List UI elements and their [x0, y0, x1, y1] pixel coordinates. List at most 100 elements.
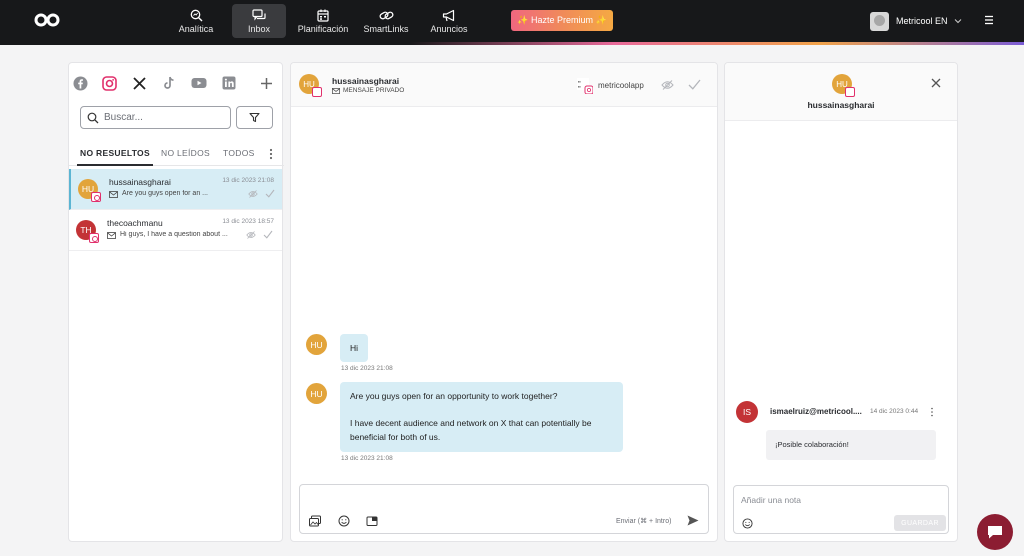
conversation-item[interactable]: TH thecoachmanu 13 dic 2023 18:57 Hi guy…: [69, 210, 282, 251]
calendar-icon: [317, 9, 329, 22]
chat-header: HU hussainasgharai MENSAJE PRIVADO ▪▪ ▪▪ …: [291, 63, 717, 107]
message-text: beneficial for both of us.: [350, 432, 441, 442]
filter-button[interactable]: [236, 106, 273, 129]
tab-unread[interactable]: NO LEÍDOS: [161, 148, 210, 166]
chat-type-label: MENSAJE PRIVADO: [343, 87, 405, 94]
tab-all[interactable]: TODOS: [223, 148, 255, 166]
note-author-avatar: IS: [736, 401, 758, 423]
message-time: 13 dic 2023 21:08: [341, 365, 393, 372]
avatar: [870, 11, 889, 31]
conversation-item[interactable]: HU hussainasgharai 13 dic 2023 21:08 Are…: [69, 169, 282, 210]
message-avatar: HU: [306, 334, 327, 355]
conversation-preview: Are you guys open for an ...: [122, 190, 208, 197]
conversation-list-panel: Buscar... NO RESUELTOS NO LEÍDOS TODOS H…: [68, 62, 284, 542]
add-note-input[interactable]: Añadir una nota GUARDAR: [733, 485, 949, 534]
metricool-logo-icon[interactable]: [34, 12, 60, 28]
chat-type: MENSAJE PRIVADO: [332, 87, 404, 94]
mail-icon: [109, 191, 118, 198]
media-library-icon[interactable]: [366, 515, 378, 527]
add-note-placeholder: Añadir una nota: [741, 495, 802, 505]
chat-panel: HU hussainasgharai MENSAJE PRIVADO ▪▪ ▪▪ …: [290, 62, 718, 542]
search-input[interactable]: Buscar...: [80, 106, 231, 129]
instagram-badge-icon: [312, 87, 322, 97]
note-more-options-icon[interactable]: [930, 407, 934, 417]
message-bubble: Hi: [340, 334, 368, 362]
nav-analytics[interactable]: Analítica: [169, 4, 223, 38]
eye-off-icon[interactable]: [246, 231, 256, 239]
tab-unresolved[interactable]: NO RESUELTOS: [77, 148, 153, 166]
top-gradient-divider: [0, 42, 1024, 45]
message-composer[interactable]: Enviar (⌘ + Intro): [299, 484, 709, 534]
account-menu[interactable]: Metricool EN: [870, 11, 962, 31]
emoji-icon[interactable]: [338, 515, 350, 527]
message-avatar: HU: [306, 383, 327, 404]
search-placeholder: Buscar...: [104, 112, 143, 123]
linkedin-icon[interactable]: [221, 75, 237, 91]
megaphone-icon: [442, 9, 454, 21]
conversation-date: 13 dic 2023 18:57: [222, 218, 274, 225]
instagram-badge-icon: [845, 87, 855, 97]
contact-header: HU hussainasgharai: [725, 63, 957, 121]
social-network-filter: [69, 75, 284, 95]
conversation-name: thecoachmanu: [107, 218, 163, 228]
analytics-icon: [190, 9, 202, 21]
conversation-tabs: NO RESUELTOS NO LEÍDOS TODOS: [69, 144, 284, 166]
message-bubble: Are you guys open for an opportunity to …: [340, 382, 623, 452]
check-icon[interactable]: [263, 230, 273, 239]
link-icon: [379, 11, 393, 19]
save-note-button[interactable]: GUARDAR: [894, 515, 946, 531]
contact-name: hussainasgharai: [807, 100, 875, 110]
account-name: Metricool EN: [896, 16, 948, 26]
check-icon[interactable]: [265, 189, 275, 198]
nav-analytics-label: Analítica: [178, 24, 214, 34]
conversation-preview: Hi guys, I have a question about ...: [120, 231, 228, 238]
note-author: ismaelruiz@metricool....: [770, 407, 862, 416]
youtube-icon[interactable]: [191, 75, 207, 91]
note-text: ¡Posible colaboración!: [766, 430, 936, 460]
message-text: I have decent audience and network on X …: [350, 418, 592, 428]
instagram-icon[interactable]: [101, 75, 117, 91]
emoji-icon[interactable]: [742, 518, 753, 529]
instagram-badge-icon: [89, 233, 99, 243]
note-date: 14 dic 2023 0:44: [870, 408, 919, 415]
contact-details-panel: HU hussainasgharai IS ismaelruiz@metrico…: [724, 62, 958, 542]
image-gallery-icon[interactable]: [309, 515, 321, 527]
message-time: 13 dic 2023 21:08: [341, 455, 393, 462]
instagram-badge-icon: [91, 192, 101, 202]
connected-account-name: metricoolapp: [598, 81, 644, 90]
filter-icon: [249, 112, 260, 123]
send-icon[interactable]: [687, 515, 699, 526]
eye-off-icon[interactable]: [248, 190, 258, 198]
nav-ads[interactable]: Anuncios: [422, 4, 476, 38]
inbox-icon: [251, 8, 266, 21]
chat-contact-name: hussainasgharai: [332, 76, 400, 86]
hamburger-menu-icon[interactable]: [982, 13, 996, 27]
eye-off-icon[interactable]: [661, 80, 674, 90]
mail-icon: [107, 232, 116, 239]
conversation-date: 13 dic 2023 21:08: [222, 177, 274, 184]
nav-planning[interactable]: Planificación: [295, 4, 351, 38]
nav-ads-label: Anuncios: [430, 24, 468, 34]
nav-planning-label: Planificación: [297, 24, 349, 34]
tiktok-icon[interactable]: [161, 75, 177, 91]
metricoolapp-account-icon: ▪▪▪▪: [577, 78, 593, 94]
conversation-name: hussainasgharai: [109, 177, 171, 187]
chevron-down-icon: [954, 19, 961, 24]
message-text: Hi: [350, 343, 359, 353]
close-icon[interactable]: [931, 78, 941, 88]
search-icon: [87, 112, 99, 123]
top-navigation-bar: Analítica Inbox Planificación SmartLinks…: [0, 0, 1024, 42]
x-twitter-icon[interactable]: [131, 75, 147, 91]
add-account-icon[interactable]: [258, 75, 274, 91]
nav-inbox[interactable]: Inbox: [232, 4, 286, 38]
premium-button[interactable]: ✨ Hazte Premium ✨: [511, 10, 613, 31]
facebook-icon[interactable]: [72, 75, 88, 91]
mail-icon: [332, 87, 340, 94]
nav-inbox-label: Inbox: [247, 24, 271, 34]
support-chat-button[interactable]: [977, 514, 1013, 550]
nav-smartlinks[interactable]: SmartLinks: [359, 4, 413, 38]
send-shortcut-hint: Enviar (⌘ + Intro): [616, 518, 672, 525]
mark-resolved-check-icon[interactable]: [688, 79, 701, 90]
more-options-icon[interactable]: [267, 147, 275, 161]
